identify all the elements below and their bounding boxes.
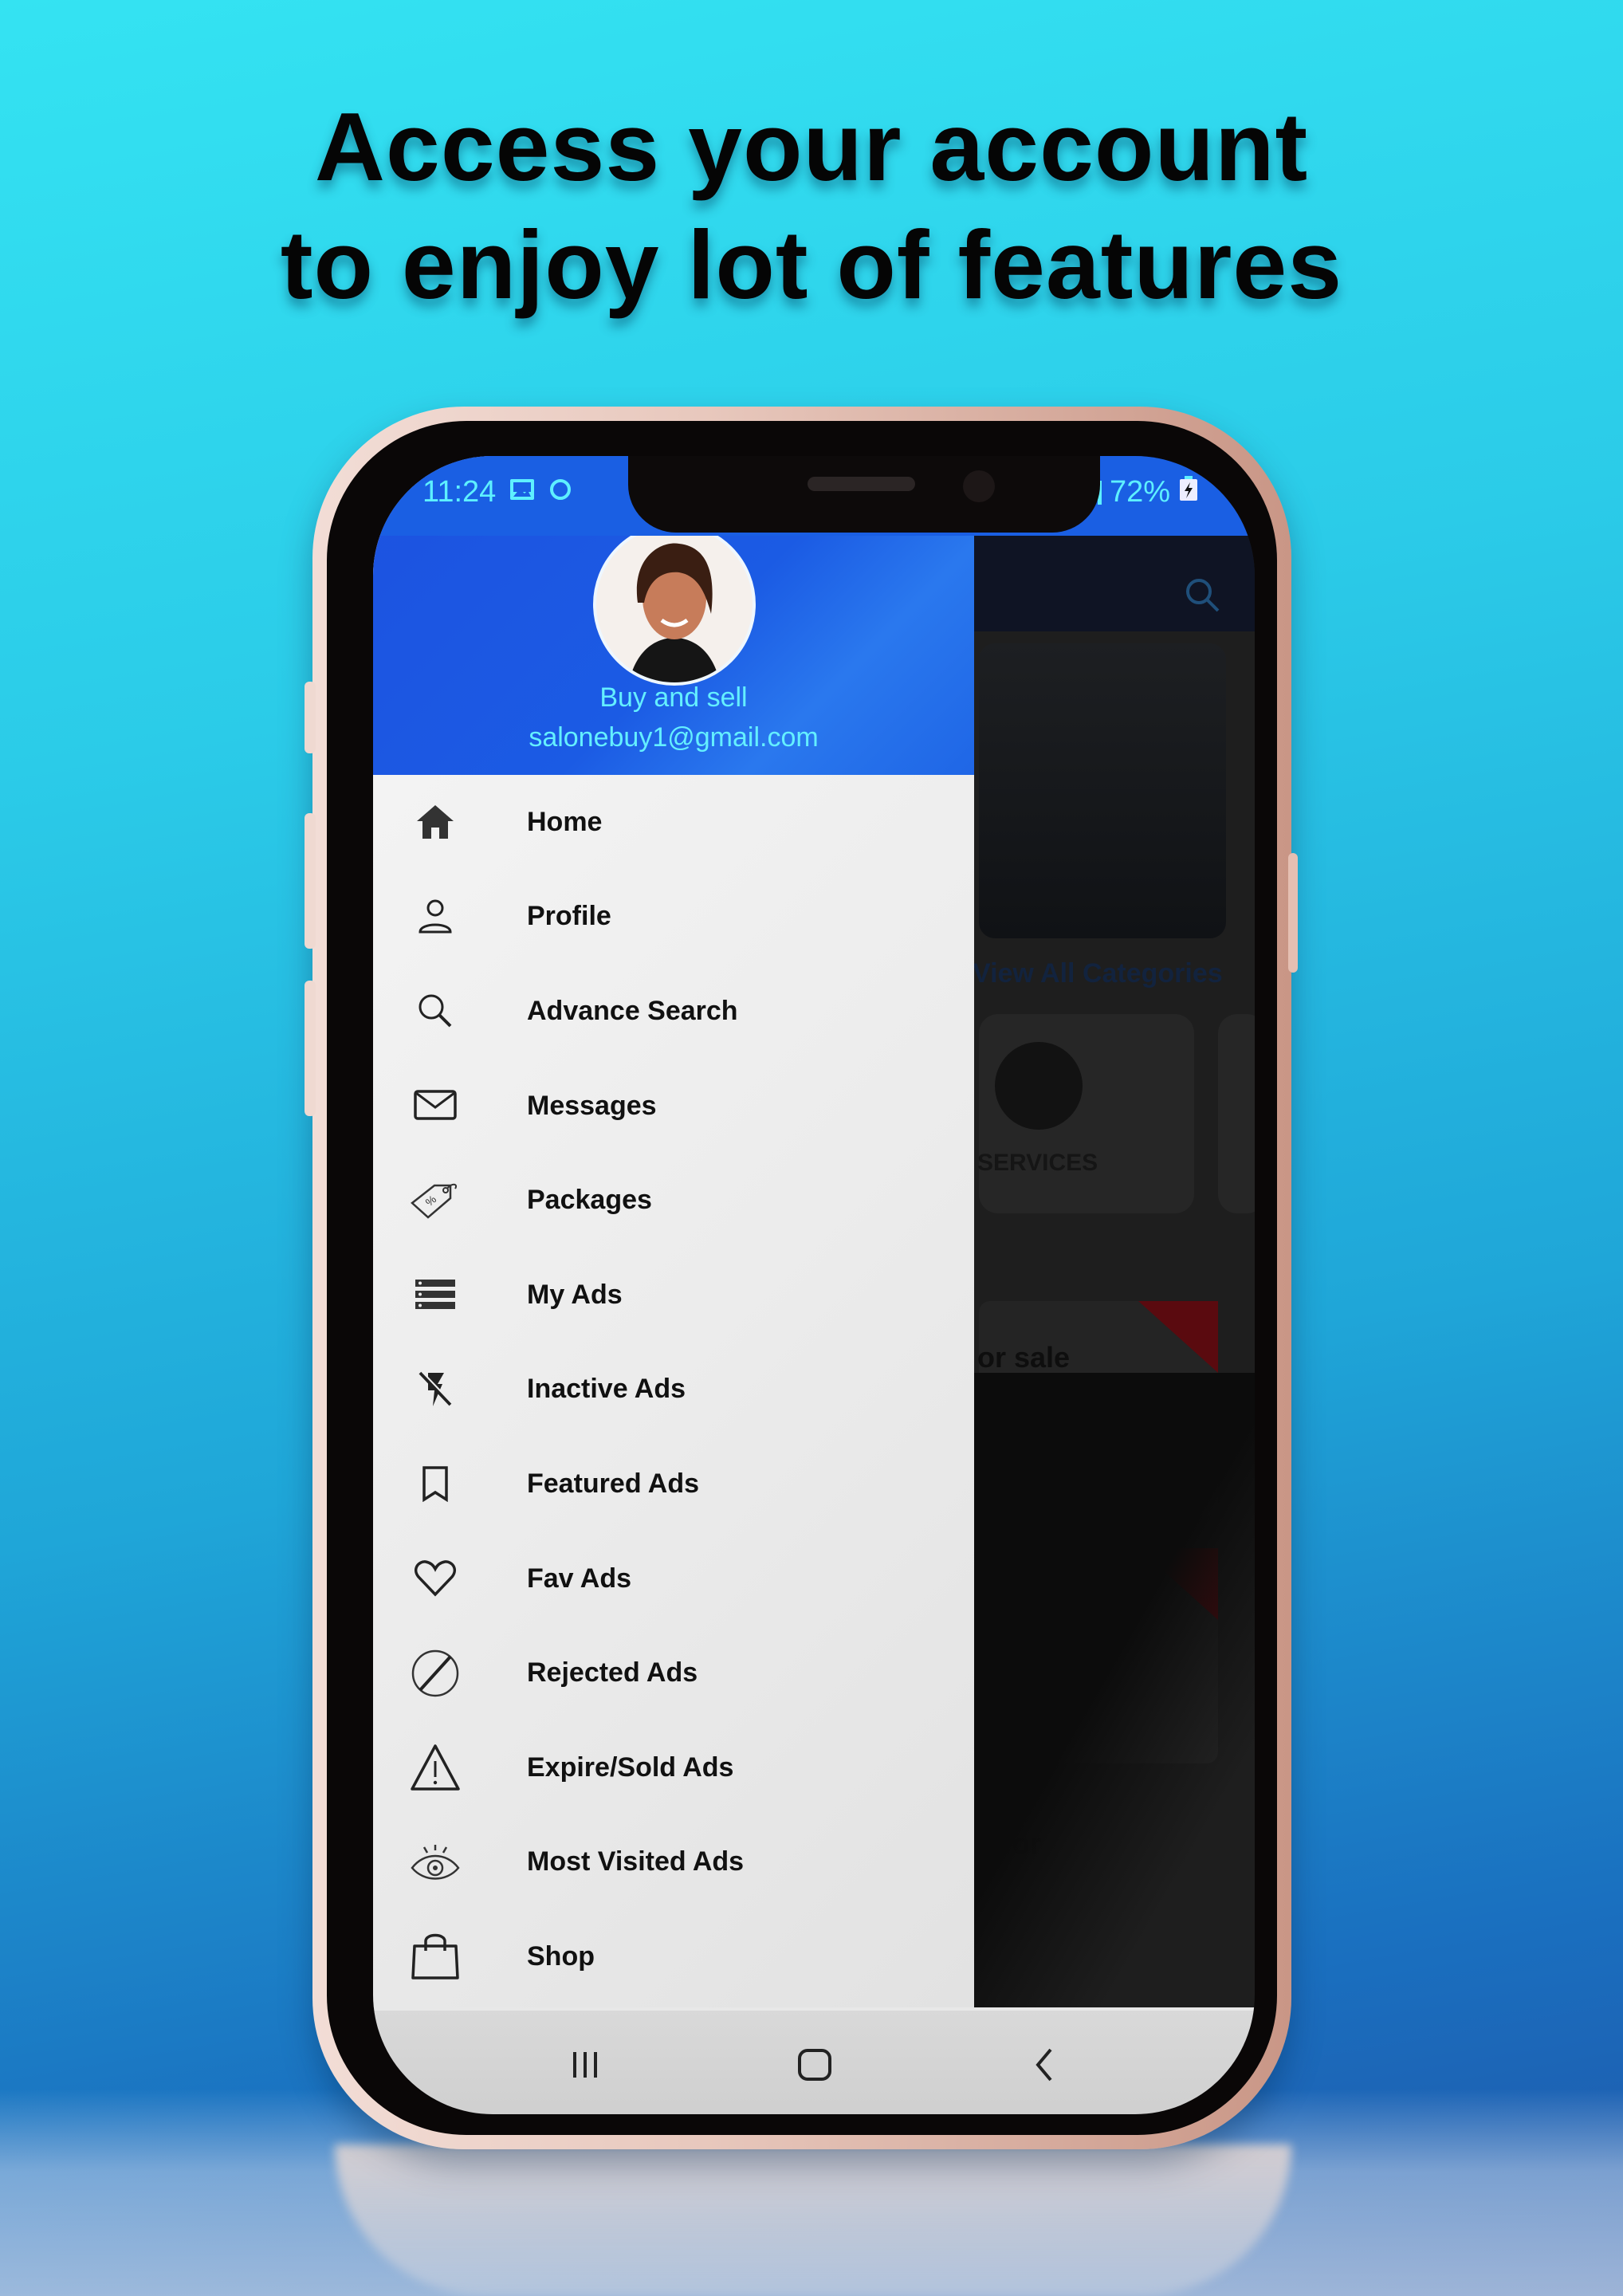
whatsapp-icon <box>548 475 572 509</box>
overlay-shadow <box>931 1373 1255 2114</box>
system-navigation-bar <box>373 2007 1255 2114</box>
phone-volume-up <box>305 813 316 949</box>
phone-volume-down <box>305 981 316 1116</box>
home-icon <box>407 793 464 851</box>
menu-item-inactive-ads[interactable]: Inactive Ads <box>373 1343 974 1437</box>
user-name: Buy and sell <box>599 682 748 713</box>
user-email: salonebuy1@gmail.com <box>529 722 819 753</box>
price-tag-icon: % <box>407 1172 464 1229</box>
menu-item-label: Rejected Ads <box>527 1657 698 1689</box>
promo-headline: Access your account to enjoy lot of feat… <box>0 88 1623 324</box>
phone-screen: 11:24 72% View All Categories SERVICES o… <box>373 456 1255 2114</box>
headline-line-2: to enjoy lot of features <box>280 210 1343 319</box>
menu-item-advance-search[interactable]: Advance Search <box>373 964 974 1059</box>
phone-reflection <box>335 2145 1291 2296</box>
search-icon <box>407 982 464 1040</box>
heart-icon <box>407 1550 464 1607</box>
phone-bezel: 11:24 72% View All Categories SERVICES o… <box>327 421 1277 2135</box>
mail-icon <box>407 1077 464 1134</box>
front-camera <box>963 470 995 502</box>
phone-side-button <box>305 682 316 753</box>
menu-item-featured-ads[interactable]: Featured Ads <box>373 1437 974 1531</box>
category-card <box>1218 1014 1255 1213</box>
back-icon[interactable] <box>1020 2041 1068 2089</box>
home-button-icon[interactable] <box>791 2041 839 2089</box>
block-icon <box>407 1645 464 1702</box>
battery-percentage: 72% <box>1109 475 1170 509</box>
drawer-menu: Home Profile Advance Search Messages % P… <box>373 775 974 2004</box>
phone-mockup: 11:24 72% View All Categories SERVICES o… <box>305 407 1298 2149</box>
menu-item-label: Profile <box>527 901 611 932</box>
search-icon <box>1183 576 1223 619</box>
menu-item-label: Messages <box>527 1090 657 1121</box>
headline-line-1: Access your account <box>314 92 1309 201</box>
warning-icon <box>407 1739 464 1796</box>
menu-item-home[interactable]: Home <box>373 775 974 870</box>
menu-item-profile[interactable]: Profile <box>373 870 974 965</box>
battery-charging-icon <box>1178 475 1199 509</box>
notch <box>628 456 1100 533</box>
image-icon <box>509 475 536 509</box>
menu-item-label: Advance Search <box>527 995 738 1026</box>
status-time: 11:24 <box>422 475 497 509</box>
bookmark-icon <box>407 1455 464 1512</box>
list-icon <box>407 1266 464 1323</box>
svg-text:%: % <box>422 1193 438 1209</box>
recent-apps-icon[interactable] <box>561 2041 609 2089</box>
earpiece-speaker <box>808 477 915 491</box>
featured-star-ribbon <box>1138 1301 1218 1373</box>
menu-item-label: Featured Ads <box>527 1468 700 1499</box>
menu-item-label: My Ads <box>527 1279 623 1310</box>
eye-icon <box>407 1834 464 1891</box>
menu-item-label: Inactive Ads <box>527 1374 686 1405</box>
shopping-bag-icon <box>407 1928 464 1985</box>
menu-item-label: Home <box>527 806 603 837</box>
flash-off-icon <box>407 1361 464 1418</box>
phone-power-button <box>1288 853 1298 973</box>
menu-item-messages[interactable]: Messages <box>373 1059 974 1154</box>
menu-item-label: Shop <box>527 1940 595 1972</box>
category-label: SERVICES <box>977 1150 1098 1176</box>
menu-item-shop[interactable]: Shop <box>373 1909 974 2004</box>
navigation-drawer: Buy and sell salonebuy1@gmail.com Home P… <box>373 456 974 2007</box>
banner-image <box>979 643 1226 938</box>
services-category-icon <box>995 1042 1083 1130</box>
menu-item-label: Expire/Sold Ads <box>527 1751 734 1783</box>
menu-item-my-ads[interactable]: My Ads <box>373 1248 974 1343</box>
menu-item-rejected-ads[interactable]: Rejected Ads <box>373 1626 974 1720</box>
avatar[interactable] <box>593 523 756 686</box>
view-all-categories-link: View All Categories <box>973 958 1223 989</box>
menu-item-most-visited-ads[interactable]: Most Visited Ads <box>373 1815 974 1910</box>
person-icon <box>407 888 464 946</box>
ad-card-title: or sale <box>977 1341 1071 1374</box>
menu-item-fav-ads[interactable]: Fav Ads <box>373 1531 974 1626</box>
menu-item-label: Fav Ads <box>527 1563 632 1594</box>
menu-item-label: Packages <box>527 1185 652 1216</box>
menu-item-packages[interactable]: % Packages <box>373 1153 974 1248</box>
menu-item-label: Most Visited Ads <box>527 1846 745 1877</box>
menu-item-expire-sold-ads[interactable]: Expire/Sold Ads <box>373 1720 974 1815</box>
